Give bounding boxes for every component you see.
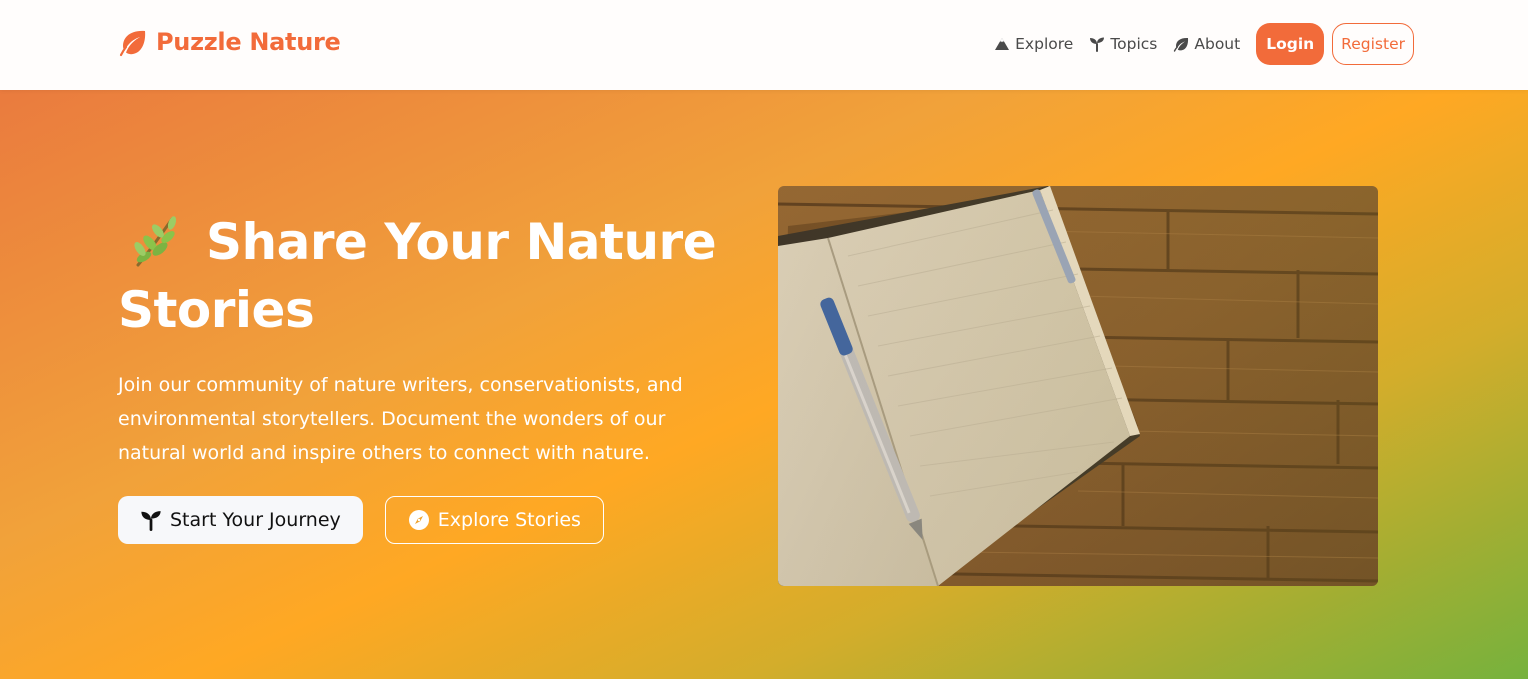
nav-explore-link[interactable]: Explore: [986, 35, 1081, 53]
hero-section: Share Your Nature Stories Join our commu…: [0, 90, 1528, 679]
brand-logo-link[interactable]: Puzzle Nature: [118, 27, 341, 57]
seedling-icon: [1090, 37, 1105, 52]
notebook-illustration: [778, 186, 1378, 586]
register-button[interactable]: Register: [1332, 23, 1414, 65]
start-journey-label: Start Your Journey: [170, 509, 341, 531]
main-nav: Explore Topics About Login Register: [986, 23, 1414, 65]
leaf-icon: [1174, 37, 1189, 52]
nav-about-label: About: [1194, 35, 1241, 53]
mountain-icon: [995, 38, 1010, 50]
hero-notebook-image: [778, 186, 1378, 586]
herb-emoji-icon: [134, 216, 177, 267]
explore-stories-label: Explore Stories: [437, 509, 581, 531]
hero-title: Share Your Nature Stories: [118, 208, 758, 344]
compass-icon: [408, 510, 429, 530]
hero-title-line2: Stories: [118, 281, 315, 339]
login-button[interactable]: Login: [1256, 23, 1325, 65]
nav-explore-label: Explore: [1015, 35, 1074, 53]
nav-topics-link[interactable]: Topics: [1081, 35, 1165, 53]
seedling-icon: [141, 511, 161, 531]
nav-topics-label: Topics: [1110, 35, 1158, 53]
hero-description: Join our community of nature writers, co…: [118, 374, 683, 464]
top-navbar: Puzzle Nature Explore Topics About Login…: [0, 0, 1528, 90]
hero-title-line1: Share Your Nature: [206, 213, 717, 271]
hero-content: Share Your Nature Stories Join our commu…: [118, 208, 758, 544]
explore-stories-button[interactable]: Explore Stories: [384, 496, 604, 544]
nav-about-link[interactable]: About: [1165, 35, 1248, 53]
start-journey-button[interactable]: Start Your Journey: [118, 496, 363, 544]
brand-name: Puzzle Nature: [156, 28, 341, 56]
hero-actions: Start Your Journey Explore Stories: [118, 496, 758, 544]
leaf-logo-icon: [119, 30, 146, 57]
